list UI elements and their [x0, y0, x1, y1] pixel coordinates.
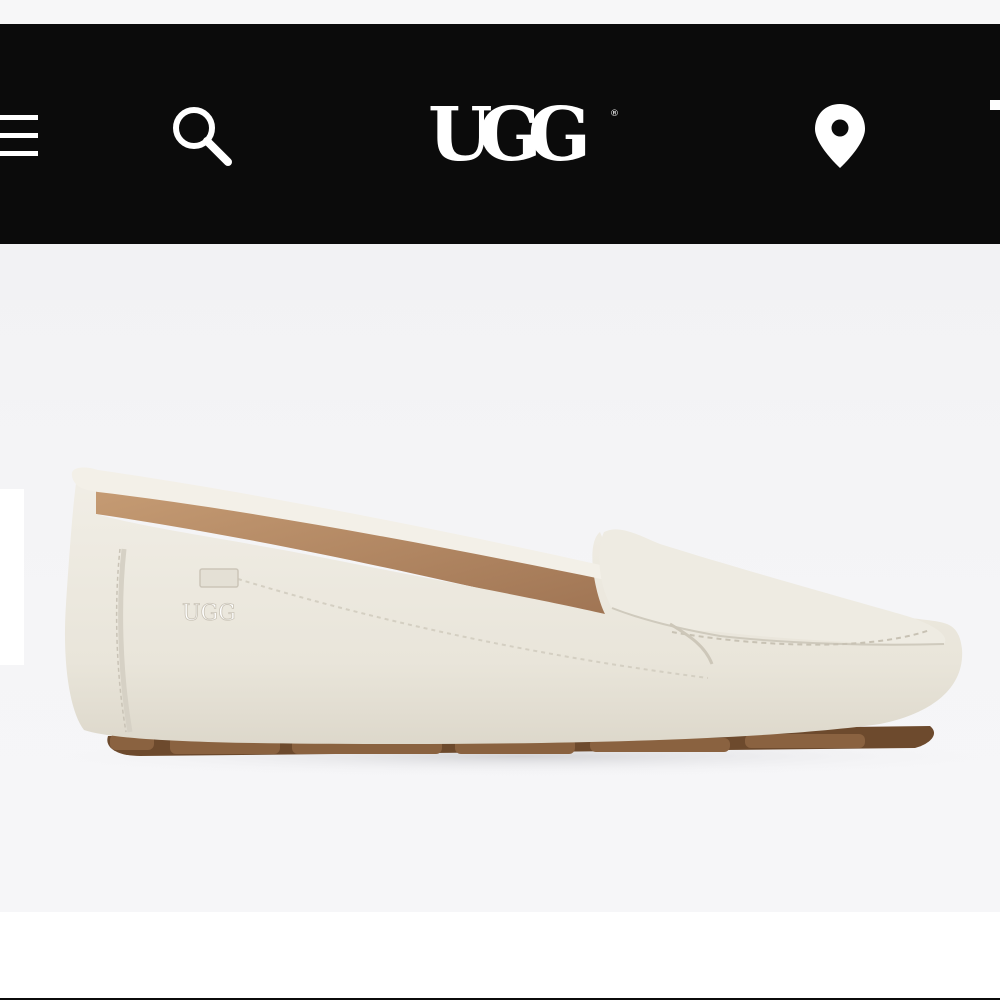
search-button[interactable]	[164, 100, 236, 172]
product-gallery: UGG	[0, 244, 1000, 912]
svg-text:®: ®	[610, 109, 619, 119]
hamburger-menu-icon	[0, 115, 38, 156]
product-image: UGG	[50, 467, 990, 776]
svg-text:UGG: UGG	[428, 92, 586, 178]
store-locator-button[interactable]	[806, 100, 874, 174]
map-pin-icon	[815, 104, 865, 168]
search-icon	[173, 107, 232, 166]
ugg-logo[interactable]: UGG ®	[424, 82, 624, 182]
site-header: UGG ®	[0, 24, 1000, 244]
menu-button[interactable]	[0, 113, 40, 159]
status-strip	[0, 0, 1000, 24]
svg-text:UGG: UGG	[182, 601, 236, 626]
content-area	[0, 912, 1000, 998]
bag-icon[interactable]	[990, 100, 1000, 110]
